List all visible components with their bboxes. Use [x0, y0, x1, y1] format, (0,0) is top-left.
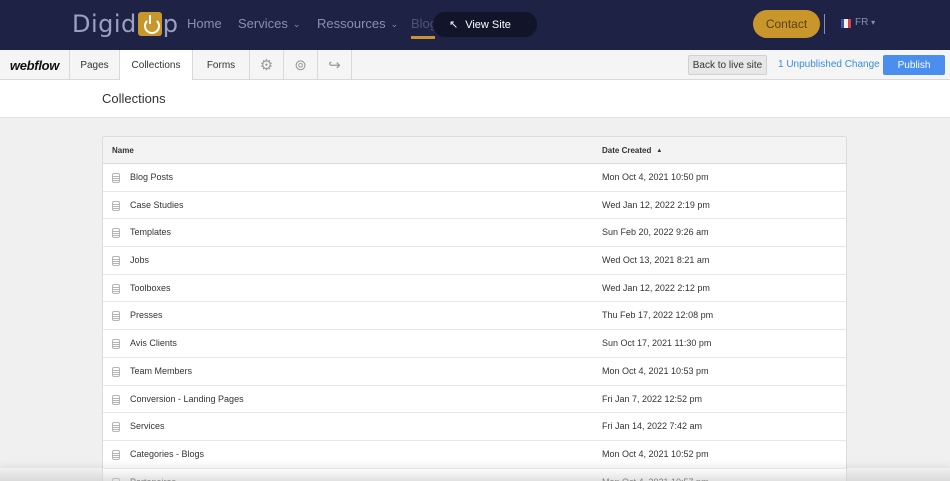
france-flag-icon [841, 19, 851, 28]
table-row[interactable]: Categories - Blogs Mon Oct 4, 2021 10:52 … [103, 440, 846, 469]
collection-date-created: Fri Jan 14, 2022 7:42 am [602, 421, 703, 432]
collection-database-icon [112, 394, 120, 405]
collection-database-icon [112, 366, 120, 377]
table-row[interactable]: Blog Posts Mon Oct 4, 2021 10:50 pm [103, 164, 846, 192]
table-row[interactable]: Team Members Mon Oct 4, 2021 10:53 pm [103, 357, 846, 386]
collection-name[interactable]: Conversion - Landing Pages [130, 394, 244, 404]
chevron-down-icon: ⌄ [292, 19, 301, 29]
collection-date-created: Mon Oct 4, 2021 10:53 pm [602, 365, 709, 376]
publish-button[interactable]: Publish [883, 55, 945, 75]
collection-database-icon [112, 256, 120, 267]
table-row[interactable]: Avis Clients Sun Oct 17, 2021 11:30 pm [103, 330, 846, 358]
tab-collections[interactable]: Collections [120, 50, 193, 81]
contact-button[interactable]: Contact [753, 10, 820, 38]
collection-name[interactable]: Team Members [130, 366, 192, 376]
collection-date-created: Thu Feb 17, 2022 12:08 pm [602, 310, 714, 321]
collection-name[interactable]: Blog Posts [130, 172, 173, 182]
collection-database-icon [112, 422, 120, 433]
nav-ressources[interactable]: Ressources ⌄ [317, 16, 398, 31]
site-logo[interactable]: Digid p [72, 9, 179, 39]
collection-date-created: Mon Oct 4, 2021 10:52 pm [602, 448, 709, 459]
table-row[interactable]: Toolboxes Wed Jan 12, 2022 2:12 pm [103, 274, 846, 303]
nav-home[interactable]: Home [187, 16, 222, 31]
collection-date-created: Wed Oct 13, 2021 8:21 am [602, 255, 710, 266]
collection-name[interactable]: Jobs [130, 255, 149, 265]
nav-services[interactable]: Services ⌄ [238, 16, 300, 31]
collection-database-icon [112, 449, 120, 460]
collection-name[interactable]: Presses [130, 310, 163, 320]
column-date-label: Date Created [602, 146, 652, 155]
tab-pages[interactable]: Pages [70, 50, 120, 80]
collection-name[interactable]: Categories - Blogs [130, 449, 204, 459]
tab-forms-label: Forms [206, 59, 236, 71]
page-header: Collections [0, 80, 950, 118]
header-divider [824, 14, 825, 34]
nav-active-underline [411, 36, 435, 39]
collection-database-icon [112, 311, 120, 322]
table-row[interactable]: Presses Thu Feb 17, 2022 12:08 pm [103, 302, 846, 331]
tab-forms[interactable]: Forms [193, 50, 250, 80]
chevron-down-icon: ⌄ [390, 19, 399, 29]
logout-icon[interactable]: ↪ [318, 50, 352, 80]
webflow-logo: webflow [0, 50, 70, 80]
table-row[interactable]: Services Fri Jan 14, 2022 7:42 am [103, 413, 846, 441]
logo-text-left: Digid [72, 10, 137, 38]
sort-ascending-icon: ▲ [656, 148, 663, 154]
collection-date-created: Sun Oct 17, 2021 11:30 pm [602, 338, 712, 349]
nav-home-label: Home [187, 16, 222, 31]
table-row[interactable]: Jobs Wed Oct 13, 2021 8:21 am [103, 247, 846, 275]
collection-name[interactable]: Services [130, 421, 165, 431]
back-to-live-site-button[interactable]: Back to live site [688, 55, 767, 75]
language-label: FR [855, 17, 869, 28]
table-row[interactable]: Case Studies Wed Jan 12, 2022 2:19 pm [103, 191, 846, 220]
collection-name[interactable]: Templates [130, 227, 171, 237]
unpublished-changes-link[interactable]: 1 Unpublished Change [778, 59, 880, 70]
collection-database-icon [112, 339, 120, 350]
column-name-label: Name [112, 146, 134, 155]
tab-collections-label: Collections [131, 60, 181, 71]
collection-database-icon [112, 228, 120, 239]
view-site-label: View Site [465, 18, 511, 31]
nav-ressources-label: Ressources [317, 16, 386, 31]
language-selector[interactable]: FR ▾ [855, 17, 875, 28]
power-icon [137, 12, 162, 36]
collection-database-icon [112, 200, 120, 211]
page-title: Collections [102, 91, 166, 106]
collection-date-created: Wed Jan 12, 2022 2:12 pm [602, 282, 710, 293]
collection-date-created: Fri Jan 7, 2022 12:52 pm [602, 393, 703, 404]
table-row[interactable]: Conversion - Landing Pages Fri Jan 7, 202… [103, 385, 846, 414]
column-header-name[interactable]: Name [112, 146, 134, 155]
collection-database-icon [112, 173, 120, 183]
editor-toolbar: webflow Pages Collections Forms ⚙ ⊚ ↪ Ba… [0, 50, 950, 81]
collections-table: Name Date Created ▲ Blog Posts Mon Oct 4, … [102, 136, 847, 481]
nav-services-label: Services [238, 16, 288, 31]
settings-gear-icon[interactable]: ⚙ [250, 50, 284, 80]
chevron-down-icon: ▾ [871, 18, 876, 27]
bottom-fade [0, 468, 950, 481]
table-body: Blog Posts Mon Oct 4, 2021 10:50 pm Case S… [103, 164, 846, 481]
collection-date-created: Mon Oct 4, 2021 10:50 pm [602, 172, 709, 182]
collection-name[interactable]: Case Studies [130, 200, 184, 210]
collection-name[interactable]: Avis Clients [130, 338, 177, 348]
view-site-button[interactable]: ↖ View Site [433, 12, 537, 37]
collection-name[interactable]: Toolboxes [130, 283, 171, 293]
cursor-arrow-icon: ↖ [449, 19, 459, 31]
collection-database-icon [112, 283, 120, 294]
column-header-date-created[interactable]: Date Created ▲ [602, 146, 662, 155]
collection-date-created: Wed Jan 12, 2022 2:19 pm [602, 199, 710, 210]
live-site-header: Digid p Home Services ⌄ Ressources ⌄ Blog … [0, 0, 950, 50]
logo-text-right: p [162, 10, 179, 38]
tab-pages-label: Pages [80, 59, 109, 71]
table-header: Name Date Created ▲ [103, 137, 846, 164]
help-lifebuoy-icon[interactable]: ⊚ [284, 50, 318, 80]
collection-date-created: Sun Feb 20, 2022 9:26 am [602, 227, 709, 238]
table-row[interactable]: Templates Sun Feb 20, 2022 9:26 am [103, 219, 846, 248]
